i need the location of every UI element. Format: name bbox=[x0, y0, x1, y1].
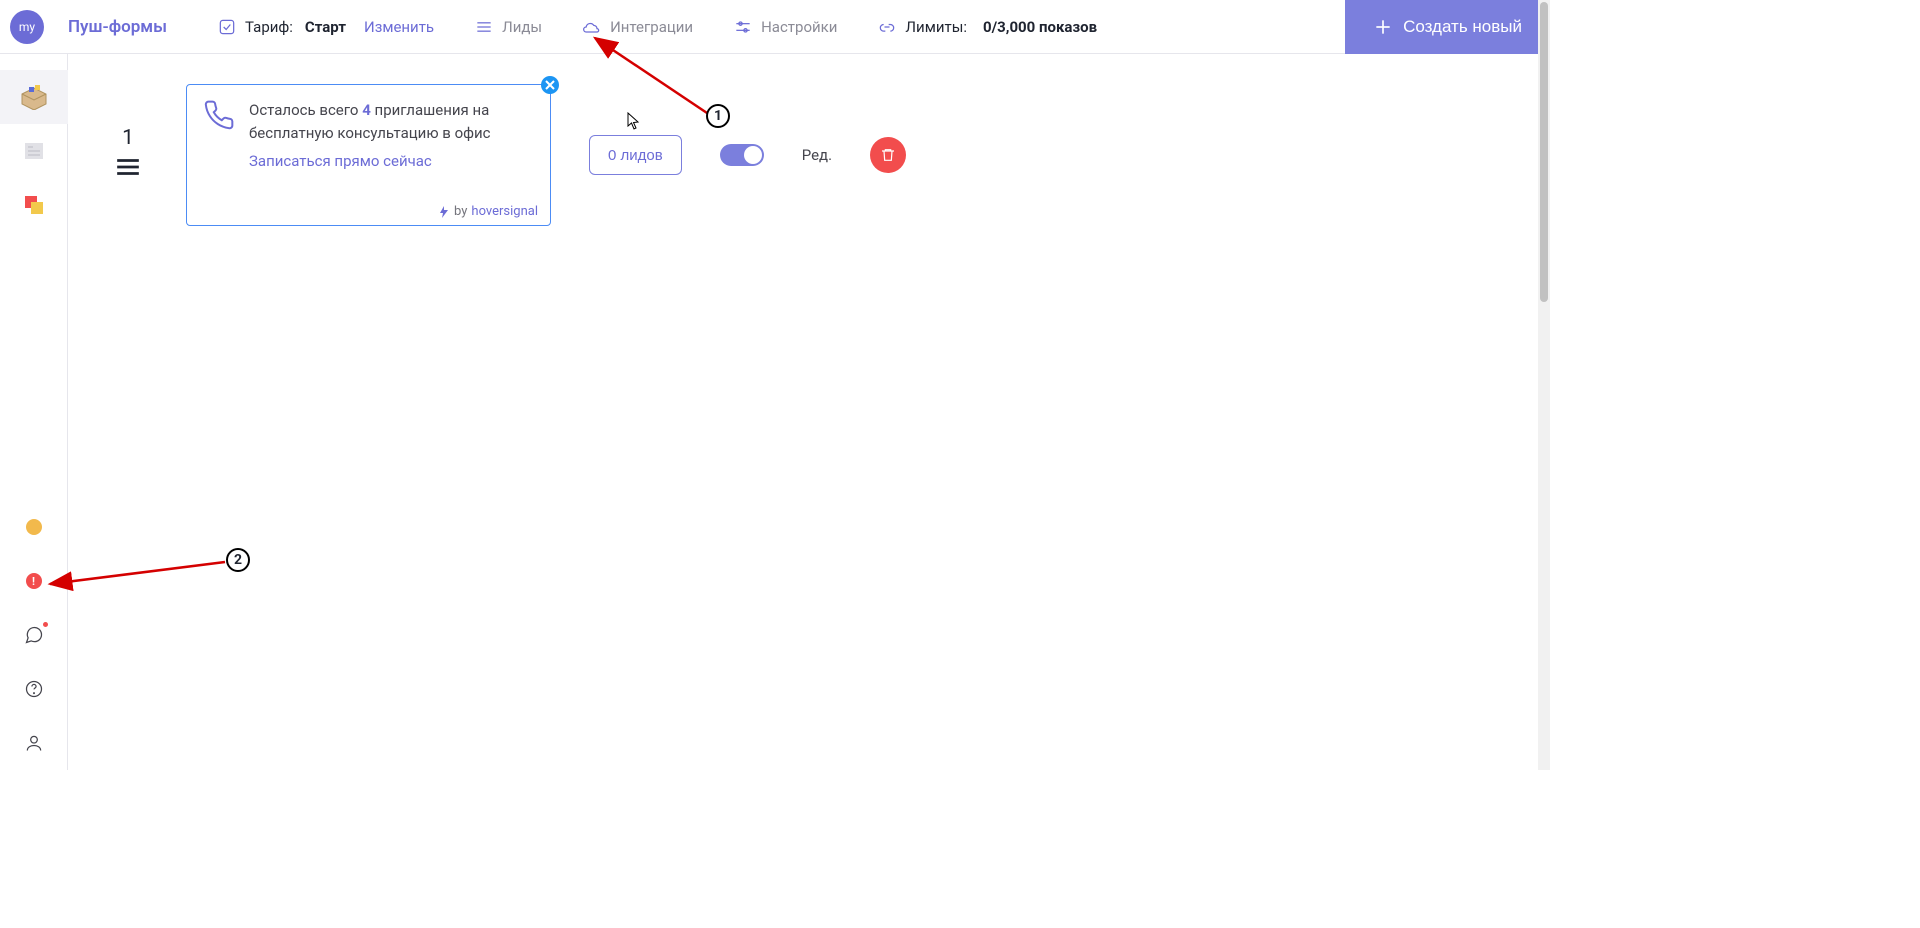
delete-button[interactable] bbox=[870, 137, 906, 173]
rail-item-help[interactable] bbox=[0, 662, 68, 716]
form-row: 1 Осталось всего 4 приглашения на беспла… bbox=[108, 84, 1498, 226]
bolt-icon bbox=[438, 206, 450, 218]
scrollbar-thumb[interactable] bbox=[1540, 2, 1548, 302]
card-by-prefix: by bbox=[454, 204, 467, 219]
scrollbar[interactable] bbox=[1538, 0, 1550, 770]
card-close-button[interactable] bbox=[541, 76, 559, 94]
push-form-card[interactable]: Осталось всего 4 приглашения на бесплатн… bbox=[186, 84, 551, 226]
trash-icon bbox=[880, 147, 896, 163]
nav-integrations[interactable]: Интеграции bbox=[582, 17, 693, 37]
alert-icon: ! bbox=[26, 573, 42, 589]
card-cta-link[interactable]: Записаться прямо сейчас bbox=[249, 150, 534, 173]
card-text-a: Осталось всего bbox=[249, 101, 358, 119]
rail-item-templates[interactable] bbox=[0, 124, 68, 178]
drag-handle[interactable] bbox=[115, 156, 141, 184]
phone-icon bbox=[203, 99, 235, 173]
nav-settings-label: Настройки bbox=[761, 18, 837, 36]
active-toggle[interactable] bbox=[720, 144, 764, 166]
rail-item-alert[interactable]: ! bbox=[0, 554, 68, 608]
top-bar: my Пуш-формы Тариф: Старт Изменить Лиды … bbox=[0, 0, 1550, 54]
toggle-knob bbox=[744, 146, 762, 164]
card-by-link[interactable]: hoversignal bbox=[471, 204, 538, 219]
shapes-icon bbox=[23, 194, 45, 216]
rail-item-account[interactable] bbox=[0, 716, 68, 770]
create-button[interactable]: Создать новый bbox=[1345, 0, 1550, 54]
nav-settings[interactable]: Настройки bbox=[733, 17, 837, 37]
list-icon bbox=[474, 17, 494, 37]
box-icon bbox=[19, 84, 49, 110]
avatar[interactable]: my bbox=[10, 10, 44, 44]
card-footer: by hoversignal bbox=[438, 204, 538, 219]
nav-leads-label: Лиды bbox=[502, 18, 542, 36]
user-icon bbox=[24, 733, 44, 753]
cloud-icon bbox=[582, 17, 602, 37]
nav-integrations-label: Интеграции bbox=[610, 18, 693, 36]
chat-icon bbox=[24, 625, 44, 645]
tariff-plan: Старт bbox=[305, 18, 346, 36]
tariff-change-link[interactable]: Изменить bbox=[364, 18, 434, 36]
limits-block: Лимиты: 0/3,000 показов bbox=[877, 17, 1097, 37]
card-count: 4 bbox=[362, 101, 371, 119]
main-area: 1 Осталось всего 4 приглашения на беспла… bbox=[68, 54, 1538, 770]
row-index-number: 1 bbox=[122, 126, 134, 150]
checkbox-icon bbox=[217, 17, 237, 37]
rail-item-pushforms[interactable] bbox=[0, 70, 68, 124]
rail-item-shapes[interactable] bbox=[0, 178, 68, 232]
drag-icon bbox=[115, 156, 141, 178]
close-icon bbox=[545, 80, 555, 90]
edit-link[interactable]: Ред. bbox=[802, 146, 832, 164]
plus-icon bbox=[1373, 17, 1393, 37]
link-icon bbox=[877, 17, 897, 37]
leads-count-button[interactable]: 0 лидов bbox=[589, 135, 682, 175]
nav-leads[interactable]: Лиды bbox=[474, 17, 542, 37]
tariff-block: Тариф: Старт Изменить bbox=[217, 17, 434, 37]
create-button-label: Создать новый bbox=[1403, 17, 1522, 37]
limits-value: 0/3,000 показов bbox=[983, 18, 1097, 36]
card-text: Осталось всего 4 приглашения на бесплатн… bbox=[249, 99, 534, 173]
limits-label: Лимиты: bbox=[905, 18, 967, 36]
rail-item-chat[interactable] bbox=[0, 608, 68, 662]
sliders-icon bbox=[733, 17, 753, 37]
brand-title: Пуш-формы bbox=[68, 17, 167, 37]
side-rail: ! bbox=[0, 54, 68, 770]
dot-icon bbox=[26, 519, 42, 535]
row-index: 1 bbox=[108, 126, 148, 184]
tariff-label: Тариф: bbox=[245, 18, 293, 36]
rail-item-notifications[interactable] bbox=[0, 500, 68, 554]
document-icon bbox=[23, 140, 45, 162]
help-icon bbox=[24, 679, 44, 699]
